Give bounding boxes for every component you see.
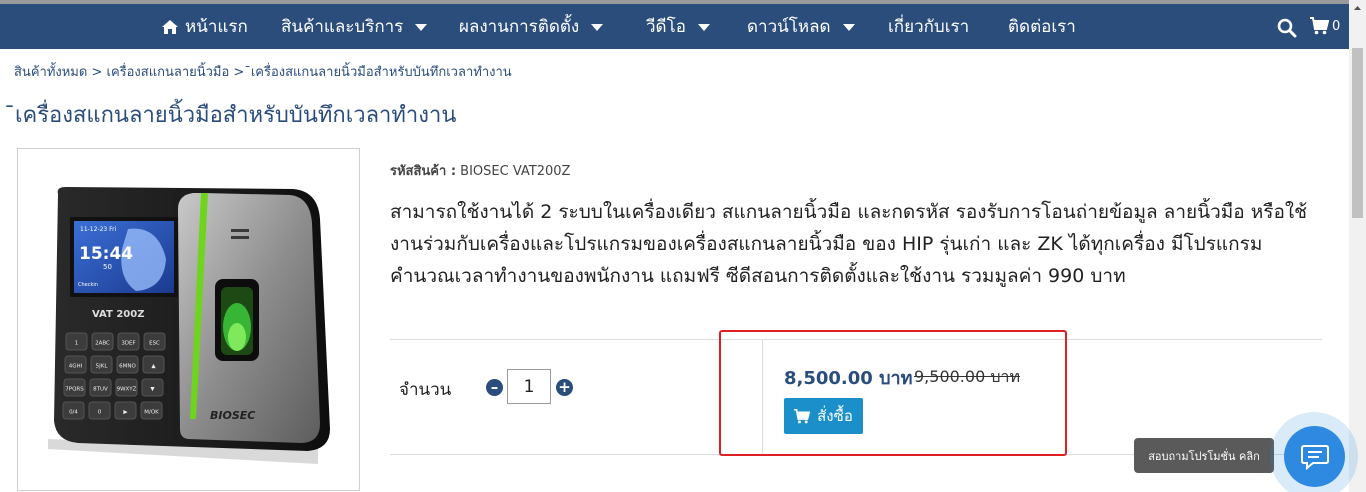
scroll-up-arrow-icon[interactable] (1349, 0, 1366, 17)
nav-products-label: สินค้าและบริการ (281, 17, 404, 37)
main-nav: หน้าแรก สินค้าและบริการ ผลงานการติดตั้ง … (0, 4, 1349, 49)
nav-download-label: ดาวน์โหลด (747, 17, 831, 37)
keypad-key-label: 6MNO (119, 364, 136, 370)
breadcrumb-item-fingerprint-scanners[interactable]: เครื่องสแกนลายนิ้วมือ (107, 65, 230, 80)
keypad-key-label: ESC (149, 341, 160, 347)
quantity-input[interactable] (507, 369, 551, 404)
nav-about[interactable]: เกี่ยวกับเรา (888, 4, 969, 49)
highlight-box (719, 330, 1067, 456)
fingerprint-device-illustration: 11-12-23 Fri 15:44 50 Checkin VAT 200Z B… (48, 187, 330, 464)
breadcrumb-separator: > (87, 65, 107, 80)
page-title: ¯เครื่องสแกนลายนิ้วมือสำหรับบันทึกเวลาทำ… (4, 103, 457, 128)
cart-count: 0 (1332, 18, 1341, 34)
cart-icon (1310, 17, 1329, 35)
screen-time-text: 15:44 (79, 244, 133, 264)
product-sku: รหัสสินค้า : BIOSEC VAT200Z (390, 160, 570, 181)
quantity-increase-button[interactable]: + (556, 379, 573, 396)
quantity-label: จำนวน (399, 380, 452, 400)
buy-button-label: สั่งซื้อ (817, 407, 853, 425)
breadcrumb-item-all-products[interactable]: สินค้าทั้งหมด (14, 65, 87, 80)
nav-home[interactable]: หน้าแรก (161, 4, 248, 49)
device-model-label: VAT 200Z (92, 309, 144, 320)
buy-button[interactable]: สั่งซื้อ (784, 398, 863, 434)
cart-icon (794, 408, 811, 423)
keypad-key-label: M/OK (144, 410, 159, 416)
breadcrumb: สินค้าทั้งหมด > เครื่องสแกนลายนิ้วมือ >¯… (14, 61, 512, 82)
product-old-price: 9,500.00 บาท (914, 367, 1021, 386)
keypad-key-label: 7PQRS (65, 387, 84, 393)
keypad-key-label: 0/4 (69, 410, 78, 416)
keypad-key-label: 2ABC (95, 341, 110, 347)
nav-contact-label: ติดต่อเรา (1008, 17, 1076, 37)
keypad-key-label: 1 (75, 341, 79, 347)
chat-tooltip[interactable]: สอบถามโปรโมชั่น คลิก (1134, 438, 1274, 473)
device-brand-label: BIOSEC (210, 409, 255, 422)
nav-video-label: วีดีโอ (646, 17, 686, 37)
product-description: สามารถใช้งานได้ 2 ระบบในเครื่องเดียว สแก… (390, 201, 1308, 287)
scrollbar-thumb[interactable] (1352, 48, 1363, 218)
chat-button[interactable] (1284, 426, 1345, 487)
screen-status-text: Checkin (78, 282, 98, 288)
screen-date-text: 11-12-23 Fri (80, 226, 117, 233)
quantity-decrease-button[interactable]: – (486, 379, 503, 396)
chevron-down-icon (591, 24, 604, 31)
nav-products[interactable]: สินค้าและบริการ (281, 4, 428, 49)
breadcrumb-separator: > (229, 65, 245, 80)
home-icon (162, 19, 178, 34)
chevron-down-icon (415, 24, 428, 31)
keypad-key-label: 8TUV (93, 387, 108, 393)
cart-button[interactable]: 0 (1310, 17, 1340, 35)
nav-installations-label: ผลงานการติดตั้ง (459, 17, 580, 37)
screen-seconds-text: 50 (103, 263, 112, 271)
nav-about-label: เกี่ยวกับเรา (888, 17, 970, 37)
breadcrumb-item-current[interactable]: ¯เครื่องสแกนลายนิ้วมือสำหรับบันทึกเวลาทำ… (244, 65, 511, 80)
chevron-down-icon (697, 24, 710, 31)
keypad-key-label: 0 (98, 410, 102, 416)
keypad-key-label: 9WXYZ (117, 387, 137, 393)
search-icon[interactable] (1277, 18, 1297, 38)
nav-home-label: หน้าแรก (185, 17, 248, 37)
keypad-key-label: 4GHI (69, 364, 83, 370)
chat-icon (1300, 444, 1329, 470)
sku-value: BIOSEC VAT200Z (460, 164, 571, 179)
sku-label: รหัสสินค้า : (390, 164, 457, 179)
nav-installations[interactable]: ผลงานการติดตั้ง (459, 4, 604, 49)
product-price: 8,500.00 บาท (784, 368, 913, 389)
chevron-down-icon (842, 24, 855, 31)
scrollbar[interactable] (1349, 0, 1366, 492)
nav-download[interactable]: ดาวน์โหลด (747, 4, 855, 49)
nav-contact[interactable]: ติดต่อเรา (1008, 4, 1076, 49)
keypad-key-label: 3DEF (121, 341, 135, 347)
nav-video[interactable]: วีดีโอ (646, 4, 710, 49)
keypad-key-label: 5JKL (96, 364, 109, 370)
product-image: 11-12-23 Fri 15:44 50 Checkin VAT 200Z B… (17, 148, 360, 491)
